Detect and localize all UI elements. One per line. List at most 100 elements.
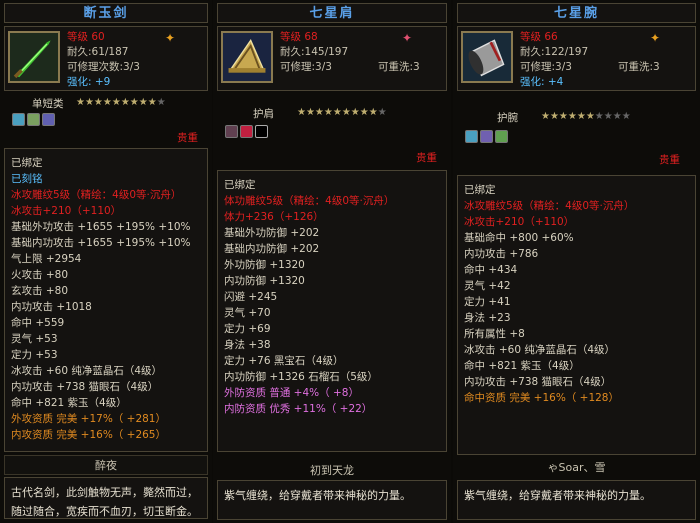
attribute-line: 定力 +53: [11, 349, 58, 361]
item-repair: 可修理次数:3/3: [67, 61, 140, 73]
attribute-line: 灵气 +70: [224, 307, 271, 319]
attribute-line: 冰攻雕纹5级（精绘：4级0等·沉舟）: [464, 200, 635, 212]
item-rewash-label: 可重洗:3: [378, 61, 420, 73]
wrist-guard-icon: [461, 31, 513, 83]
item-header: 等级 68 耐久:145/197 可修理:3/3 可重洗:3 ✦: [217, 26, 447, 91]
attribute-line: 灵气 +53: [11, 333, 58, 345]
attribute-line: 内功攻击 +786: [464, 248, 539, 260]
item-tooltip-shoulder: 七星肩 等级 68 耐久:145/197 可修理:3/3 可重洗:3 ✦ 护肩 …: [213, 0, 451, 523]
grade-flame-icon: ✦: [402, 31, 413, 45]
item-header: 等级 60 耐久:61/187 可修理次数:3/3 强化: +9 ✦: [4, 26, 208, 91]
attribute-line: 命中 +559: [11, 317, 65, 329]
attribute-line: 内功攻击 +738 猫眼石（4级）: [464, 376, 612, 388]
grade-flame-icon: ✦: [165, 31, 176, 45]
attribute-line: 定力 +41: [464, 296, 511, 308]
item-attributes: 已绑定 已刻铭 冰攻雕纹5级（精绘：4级0等·沉舟） 冰攻击+210（+110） 基础外…: [4, 148, 208, 452]
gem-purple-icon[interactable]: [480, 130, 493, 143]
item-type: 单短类: [32, 98, 64, 110]
attribute-line: 体力+236（+126）: [224, 211, 324, 223]
item-title: 七星肩: [217, 3, 447, 23]
item-description: 紫气缠绕，给穿戴者带来神秘的力量。: [217, 480, 447, 520]
grade-flame-icon: ✦: [650, 31, 661, 45]
shoulder-armor-icon: [221, 31, 273, 83]
item-level: 等级 60: [67, 31, 105, 43]
gem-empty-slot[interactable]: [255, 125, 268, 138]
attribute-line: 身法 +38: [224, 339, 271, 351]
attribute-line: 身法 +23: [464, 312, 511, 324]
attribute-line: 所有属性 +8: [464, 328, 525, 340]
item-type: 护腕: [497, 112, 518, 124]
star-rating-icon: ★★★★★★★★★★: [297, 107, 387, 118]
gem-dark-icon[interactable]: [225, 125, 238, 138]
attribute-line: 基础内功防御 +202: [224, 243, 320, 255]
item-description: 古代名剑，此剑触物无声，斃然而过，随过随合，宽疾而不血刃，切玉断金。: [4, 477, 208, 519]
gem-slots: [465, 130, 508, 143]
item-level: 等级 66: [520, 31, 558, 43]
attribute-line: 定力 +76 黑宝石（4级）: [224, 355, 344, 367]
attribute-line: 命中 +821 紫玉（4级）: [11, 397, 127, 409]
item-enhance: 强化: +9: [67, 76, 111, 88]
attribute-line: 闪避 +245: [224, 291, 278, 303]
attribute-line: 冰攻雕纹5级（精绘：4级0等·沉舟）: [11, 189, 182, 201]
owner-name: 初到天龙: [310, 464, 354, 477]
rating-area: 护腕 ★★★★★★★★★★: [457, 92, 696, 146]
attribute-line: 内功防御 +1320: [224, 275, 305, 287]
star-rating-icon: ★★★★★★★★★★: [541, 111, 631, 122]
item-repair: 可修理:3/3: [280, 61, 332, 73]
attribute-line: 基础命中 +800 +60%: [464, 232, 574, 244]
item-durability: 耐久:61/187: [67, 46, 129, 58]
attribute-line: 定力 +69: [224, 323, 271, 335]
gem-green-icon[interactable]: [27, 113, 40, 126]
attribute-line: 基础外功防御 +202: [224, 227, 320, 239]
item-level: 等级 68: [280, 31, 318, 43]
item-repair: 可修理:3/3: [520, 61, 572, 73]
attribute-line: 外功防御 +1320: [224, 259, 305, 271]
attribute-line: 内功攻击 +1018: [11, 301, 92, 313]
attribute-line: 冰攻击 +60 纯净蓝晶石（4级）: [11, 365, 163, 377]
attribute-line: 体功雕纹5级（精绘：4级0等·沉舟）: [224, 195, 395, 207]
attribute-line: 玄攻击 +80: [11, 285, 68, 297]
sword-icon: [8, 31, 60, 83]
item-attributes: 已绑定体功雕纹5级（精绘：4级0等·沉舟） 体力+236（+126） 基础外功防御 …: [217, 170, 447, 452]
attribute-line: 已绑定: [11, 157, 43, 169]
item-title: 七星腕: [457, 3, 696, 23]
star-rating-icon: ★★★★★★★★★★: [76, 97, 166, 108]
attribute-line: 火攻击 +80: [11, 269, 68, 281]
item-rewash: 可重洗:3: [618, 60, 660, 75]
attribute-line: 内功攻击 +738 猫眼石（4级）: [11, 381, 159, 393]
gem-red-icon[interactable]: [240, 125, 253, 138]
attribute-line: 冰攻击+210（+110）: [11, 205, 122, 217]
item-rewash: 可重洗:3: [378, 60, 420, 75]
item-description: 紫气缠绕，给穿戴者带来神秘的力量。: [457, 480, 696, 520]
item-stats: 等级 68 耐久:145/197 可修理:3/3: [280, 30, 348, 75]
attribute-line: 冰攻击+210（+110）: [464, 216, 575, 228]
item-title: 断玉剑: [4, 3, 208, 23]
item-attributes: 已绑定冰攻雕纹5级（精绘：4级0等·沉舟） 冰攻击+210（+110） 基础命中 +…: [457, 175, 696, 455]
rating-area: 护肩 ★★★★★★★★★★: [217, 92, 447, 146]
item-type: 护肩: [253, 108, 274, 120]
item-enhance: 强化: +4: [520, 76, 564, 88]
gem-slots: [225, 125, 268, 138]
gem-purple-icon[interactable]: [42, 113, 55, 126]
item-stats: 等级 66 耐久:122/197 可修理:3/3 强化: +4: [520, 30, 588, 90]
attribute-line: 命中资质 完美 +16%（ +128）: [464, 392, 619, 404]
owner-name: ゃSoar、雪: [547, 461, 606, 474]
gem-slots: [12, 113, 55, 126]
gem-blue-icon[interactable]: [12, 113, 25, 126]
attribute-line: 内防资质 优秀 +11%（ +22）: [224, 403, 373, 415]
attribute-line: 命中 +434: [464, 264, 518, 276]
attribute-line: 命中 +821 紫玉（4级）: [464, 360, 580, 372]
value-label: 贵重: [416, 152, 437, 164]
gem-blue-icon[interactable]: [465, 130, 478, 143]
attribute-line: 外攻资质 完美 +17%（ +281）: [11, 413, 166, 425]
gem-green-icon[interactable]: [495, 130, 508, 143]
attribute-line: 内功防御 +1326 石榴石（5级）: [224, 371, 378, 383]
attribute-line: 基础外功攻击 +1655 +195% +10%: [11, 221, 191, 233]
item-durability: 耐久:122/197: [520, 46, 589, 58]
attribute-line: 内攻资质 完美 +16%（ +265）: [11, 429, 166, 441]
attribute-line: 已绑定: [224, 179, 256, 191]
attribute-line: 灵气 +42: [464, 280, 511, 292]
attribute-line: 气上限 +2954: [11, 253, 82, 265]
owner-name: 醉夜: [4, 455, 208, 475]
attribute-line: 已绑定: [464, 184, 496, 196]
